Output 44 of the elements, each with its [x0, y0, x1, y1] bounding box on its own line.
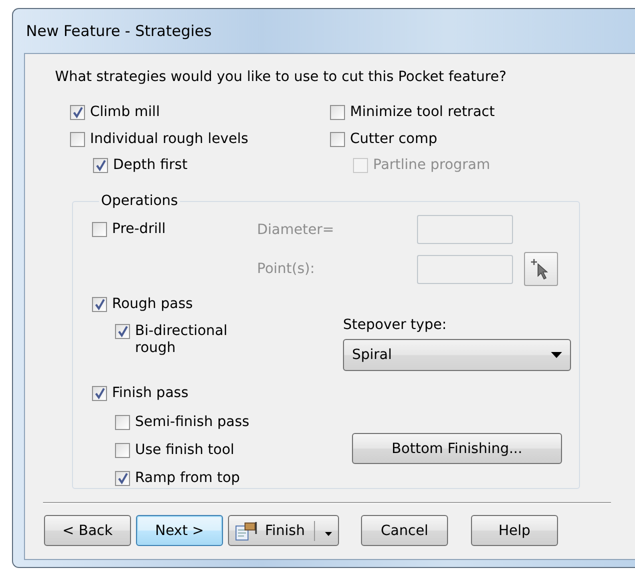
checkbox-label: Rough pass	[112, 296, 193, 313]
bottom-finishing-button[interactable]: Bottom Finishing...	[352, 433, 562, 464]
checkbox-label: Ramp from top	[135, 470, 240, 487]
stepover-dropdown[interactable]: Spiral	[343, 339, 571, 371]
checkbox[interactable]	[330, 132, 345, 146]
points-field[interactable]	[417, 254, 513, 284]
checkbox-label: Climb mill	[90, 104, 160, 121]
checkbox[interactable]	[92, 222, 107, 237]
next-button[interactable]: Next >	[136, 515, 223, 546]
checkbox-label: Bi-directional rough	[135, 323, 228, 357]
checkbox[interactable]	[92, 386, 107, 401]
dialog-button[interactable]: Help	[471, 515, 558, 546]
caret-icon	[325, 532, 332, 536]
checkbox-label: Finish pass	[112, 385, 188, 402]
dialog-button[interactable]: < Back	[44, 515, 131, 546]
checkbox-label: Partline program	[373, 157, 490, 174]
window-title: New Feature - Strategies	[26, 22, 212, 40]
stepover-label: Stepover type:	[343, 316, 448, 334]
checkbox-label: Cutter comp	[350, 130, 438, 148]
diameter-label: Diameter=	[257, 222, 336, 238]
checkbox[interactable]	[115, 324, 130, 339]
diameter-field[interactable]	[417, 215, 513, 244]
checkbox-label: Individual rough levels	[90, 130, 248, 148]
checkbox[interactable]	[115, 443, 130, 458]
pick-points-button[interactable]	[524, 252, 558, 286]
checkbox-label: Minimize tool retract	[350, 104, 495, 121]
checkbox-label: Use finish tool	[135, 442, 234, 459]
points-label: Point(s):	[257, 261, 316, 277]
document-flag-icon	[235, 520, 259, 540]
checkbox[interactable]	[330, 105, 345, 120]
checkbox-label: Semi-finish pass	[135, 414, 250, 431]
checkbox[interactable]	[115, 471, 130, 486]
dialog-button[interactable]: Cancel	[361, 515, 448, 546]
finish-split-button[interactable]: Finish	[228, 515, 339, 546]
checkbox-label: Pre-drill	[112, 221, 166, 238]
checkbox[interactable]	[93, 158, 108, 173]
checkbox[interactable]	[92, 297, 107, 312]
prompt-text: What strategies would you like to use to cut this Pocket feature?	[55, 68, 508, 86]
checkbox[interactable]	[70, 105, 85, 120]
checkbox-label: Depth first	[113, 157, 188, 174]
caret-icon	[551, 352, 562, 358]
group-legend: Operations	[99, 193, 180, 209]
checkbox[interactable]	[115, 415, 130, 430]
checkbox[interactable]	[70, 132, 85, 146]
